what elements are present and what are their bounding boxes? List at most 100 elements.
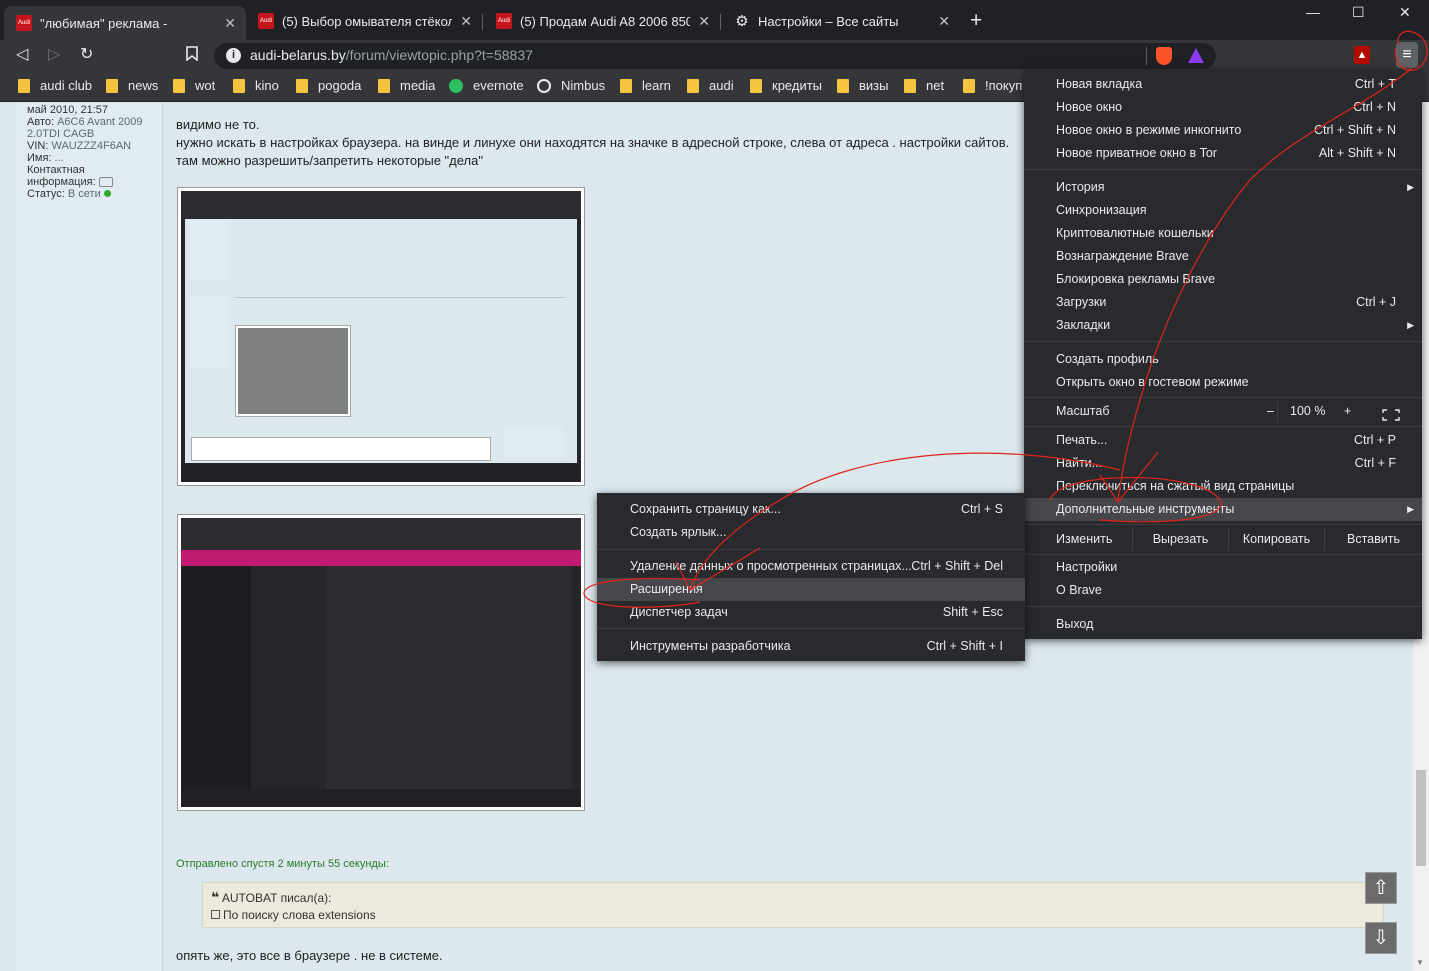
menu-item-find[interactable]: Найти... Ctrl + F [1024, 452, 1422, 475]
menu-item-bookmarks[interactable]: Закладки ▶ [1024, 314, 1422, 337]
menu-item-brave-rewards[interactable]: Вознаграждение Brave [1024, 245, 1422, 268]
menu-item-brave-adblock[interactable]: Блокировка рекламы Brave [1024, 268, 1422, 291]
bookmark-visas[interactable]: визы [837, 78, 888, 93]
divider [235, 297, 565, 298]
profile-contact: информация: [27, 176, 113, 188]
bookmark-label: audi [709, 78, 734, 93]
window-close-button[interactable]: ✕ [1399, 4, 1411, 21]
menu-shortcut: Ctrl + T [1354, 77, 1396, 91]
evernote-icon [449, 78, 463, 93]
tab-3[interactable]: Audi (5) Продам Audi A8 2006 85000 к ✕ [484, 6, 720, 36]
menu-zoom-row: Масштаб – 100 % + [1024, 400, 1422, 423]
post-line: нужно искать в настройках браузера. на в… [176, 135, 1010, 150]
attached-screenshot-2[interactable] [177, 514, 585, 811]
new-tab-button[interactable]: + [970, 9, 982, 33]
bookmark-net[interactable]: net [904, 78, 944, 93]
audi-favicon: Audi [496, 13, 512, 29]
close-icon[interactable]: ✕ [938, 13, 950, 30]
menu-label: Расширения [630, 582, 703, 596]
bookmark-media[interactable]: media [378, 78, 435, 93]
reload-button[interactable]: ↻ [80, 44, 93, 64]
menu-item-more-tools[interactable]: Дополнительные инструменты ▶ [1024, 498, 1422, 521]
bookmark-learn[interactable]: learn [620, 78, 671, 93]
submenu-item-task-manager[interactable]: Диспетчер задач Shift + Esc [597, 601, 1025, 624]
bookmark-nimbus[interactable]: Nimbus [537, 78, 605, 93]
arrow-link-icon[interactable] [211, 910, 220, 919]
menu-item-settings[interactable]: Настройки [1024, 556, 1422, 579]
copy-button[interactable]: Копировать [1228, 528, 1324, 551]
toolbar: ◁ ▷ ↻ i audi-belarus.by/forum/viewtopic.… [0, 40, 1429, 70]
submenu-item-extensions[interactable]: Расширения [597, 578, 1025, 601]
bookmark-label: Nimbus [561, 78, 606, 93]
zoom-in-button[interactable]: + [1344, 400, 1351, 423]
tab-1[interactable]: Audi "любимая" реклама - ✕ [4, 6, 246, 40]
close-icon[interactable]: ✕ [224, 15, 236, 32]
message-icon[interactable] [98, 177, 113, 188]
address-bar[interactable]: i audi-belarus.by/forum/viewtopic.php?t=… [214, 43, 1216, 69]
back-button[interactable]: ◁ [16, 44, 28, 64]
menu-item-create-profile[interactable]: Создать профиль [1024, 348, 1422, 371]
folder-icon [296, 78, 308, 93]
scroll-up-button[interactable]: ⇧ [1365, 872, 1397, 904]
bookmark-kino[interactable]: kino [233, 78, 279, 93]
menu-separator [1024, 397, 1422, 398]
menu-item-sync[interactable]: Синхронизация [1024, 199, 1422, 222]
menu-shortcut: Ctrl + F [1354, 456, 1396, 470]
close-icon[interactable]: ✕ [698, 13, 710, 30]
bookmark-evernote[interactable]: evernote [449, 78, 524, 93]
menu-separator [1024, 524, 1422, 525]
bookmark-credits[interactable]: кредиты [750, 78, 822, 93]
bookmark-icon[interactable] [186, 46, 198, 64]
menu-item-exit[interactable]: Выход [1024, 613, 1422, 636]
menu-item-incognito[interactable]: Новое окно в режиме инкогнито Ctrl + Shif… [1024, 119, 1422, 142]
zoom-out-button[interactable]: – [1267, 400, 1274, 423]
url-path: /forum/viewtopic.php?t=58837 [345, 47, 533, 63]
bookmark-wot[interactable]: wot [173, 78, 215, 93]
bookmark-pogoda[interactable]: pogoda [296, 78, 361, 93]
menu-item-downloads[interactable]: Загрузки Ctrl + J [1024, 291, 1422, 314]
pdf-extension-icon[interactable]: ▲ [1354, 46, 1370, 64]
menu-item-new-tab[interactable]: Новая вкладка Ctrl + T [1024, 73, 1422, 96]
profile-vin-value: WAUZZZ4F6AN [51, 140, 132, 152]
submenu-item-clear-data[interactable]: Удаление данных о просмотренных страница… [597, 555, 1025, 578]
scroll-down-button[interactable]: ⇩ [1365, 922, 1397, 954]
submenu-arrow-icon: ▶ [1407, 320, 1414, 330]
bookmark-audi-club[interactable]: audi club [18, 78, 92, 93]
maximize-button[interactable]: ☐ [1352, 4, 1365, 21]
attached-screenshot-1[interactable] [177, 187, 585, 486]
menu-item-guest-window[interactable]: Открыть окно в гостевом режиме [1024, 371, 1422, 394]
tab-2[interactable]: Audi (5) Выбор омывателя стёкол (зим ✕ [246, 6, 482, 36]
cut-button[interactable]: Вырезать [1132, 528, 1228, 551]
bookmark-audi[interactable]: audi [687, 78, 734, 93]
tab-4[interactable]: ⚙ Настройки – Все сайты ✕ [722, 6, 960, 36]
scroll-down-arrow-icon[interactable]: ▼ [1416, 958, 1424, 967]
submenu-item-create-shortcut[interactable]: Создать ярлык... [597, 521, 1025, 544]
submenu-item-devtools[interactable]: Инструменты разработчика Ctrl + Shift + I [597, 635, 1025, 658]
menu-item-history[interactable]: История ▶ [1024, 176, 1422, 199]
screenshot-settings-nav [251, 566, 315, 794]
menu-label: Загрузки [1056, 295, 1107, 309]
menu-item-crypto-wallets[interactable]: Криптовалютные кошельки [1024, 222, 1422, 245]
site-info-icon[interactable]: i [226, 48, 241, 63]
menu-item-print[interactable]: Печать... Ctrl + P [1024, 429, 1422, 452]
close-icon[interactable]: ✕ [460, 13, 472, 30]
screenshot-photo-frame [235, 325, 351, 417]
scrollbar-thumb[interactable] [1416, 770, 1426, 866]
gear-icon: ⚙ [735, 13, 749, 30]
paste-button[interactable]: Вставить [1324, 528, 1422, 551]
bookmark-purchases[interactable]: !покуп [963, 78, 1022, 93]
submenu-item-save-page[interactable]: Сохранить страницу как... Ctrl + S [597, 498, 1025, 521]
forward-button[interactable]: ▷ [48, 44, 60, 64]
menu-item-reader-view[interactable]: Переключиться на сжатый вид страницы [1024, 475, 1422, 498]
main-menu-button[interactable]: ≡ [1396, 42, 1418, 68]
url-text[interactable]: audi-belarus.by/forum/viewtopic.php?t=58… [250, 47, 533, 63]
bookmark-news[interactable]: news [106, 78, 158, 93]
submenu-arrow-icon: ▶ [1407, 504, 1414, 514]
menu-item-new-window[interactable]: Новое окно Ctrl + N [1024, 96, 1422, 119]
bookmark-label: net [926, 78, 945, 93]
minimize-button[interactable]: — [1306, 4, 1320, 20]
menu-item-tor-window[interactable]: Новое приватное окно в Tor Alt + Shift + … [1024, 142, 1422, 165]
brave-shields-icon[interactable] [1156, 47, 1172, 65]
menu-item-about[interactable]: О Brave [1024, 579, 1422, 602]
brave-rewards-icon[interactable] [1188, 48, 1204, 63]
